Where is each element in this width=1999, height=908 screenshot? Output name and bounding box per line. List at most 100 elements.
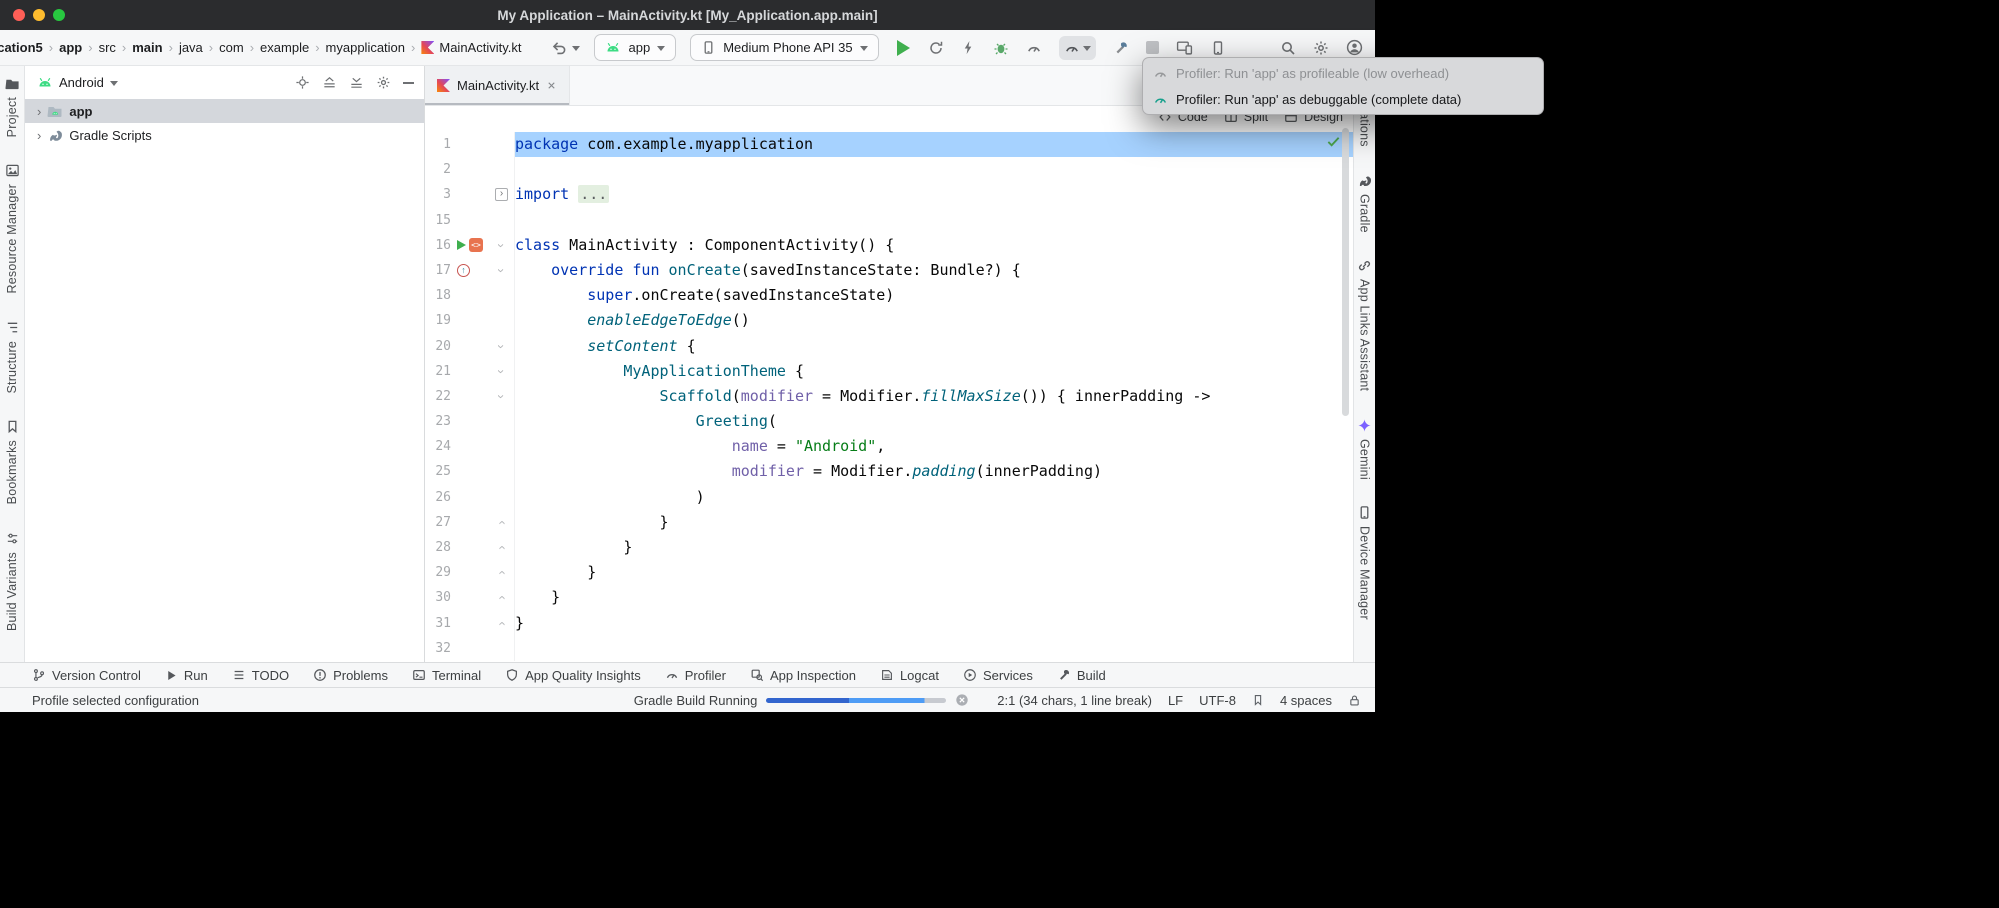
menu-item-debuggable[interactable]: Profiler: Run 'app' as debuggable (compl… xyxy=(1143,86,1543,112)
readonly-lock-icon[interactable] xyxy=(1348,694,1361,707)
code-line[interactable]: 25 modifier = Modifier.padding(innerPadd… xyxy=(425,459,1353,484)
code-line[interactable]: 31} xyxy=(425,611,1353,636)
caret-position[interactable]: 2:1 (34 chars, 1 line break) xyxy=(997,693,1152,708)
code-line[interactable]: 15 xyxy=(425,208,1353,233)
file-encoding[interactable]: UTF-8 xyxy=(1199,693,1236,708)
chevron-right-icon[interactable] xyxy=(37,128,41,143)
code-line[interactable]: 22 Scaffold(modifier = Modifier.fillMaxS… xyxy=(425,384,1353,409)
breadcrumb-item[interactable]: lication5 xyxy=(0,40,59,55)
apply-changes-icon[interactable] xyxy=(961,40,976,55)
stop-button[interactable] xyxy=(1146,41,1159,54)
tool-button-gradle[interactable]: Gradle xyxy=(1357,173,1372,233)
line-number[interactable]: 24 xyxy=(425,434,451,459)
code-line[interactable]: 28 } xyxy=(425,535,1353,560)
tool-button-gemini[interactable]: Gemini xyxy=(1357,418,1372,480)
code-editor[interactable]: 1package com.example.myapplication23impo… xyxy=(425,106,1353,662)
fold-marker[interactable] xyxy=(489,359,515,384)
chevron-right-icon[interactable] xyxy=(37,104,41,119)
minimize-window-button[interactable] xyxy=(33,9,45,21)
tool-button-bookmarks[interactable]: Bookmarks xyxy=(5,419,20,504)
line-number[interactable]: 32 xyxy=(425,636,451,661)
tool-button-structure[interactable]: Structure xyxy=(5,320,20,394)
composable-icon[interactable] xyxy=(469,238,483,252)
code-line[interactable]: 16class MainActivity : ComponentActivity… xyxy=(425,233,1353,258)
line-number[interactable]: 17 xyxy=(425,258,451,283)
breadcrumb-item[interactable]: example xyxy=(260,40,325,55)
code-line[interactable]: 29 } xyxy=(425,560,1353,585)
override-method-icon[interactable] xyxy=(457,264,470,277)
line-number[interactable]: 22 xyxy=(425,384,451,409)
fold-marker[interactable] xyxy=(489,585,515,610)
code-line[interactable]: 24 name = "Android", xyxy=(425,434,1353,459)
tool-button-project[interactable]: Project xyxy=(5,76,20,137)
vcs-update-button[interactable] xyxy=(551,39,580,56)
profile-avatar[interactable] xyxy=(1346,39,1363,56)
device-select[interactable]: Medium Phone API 35 xyxy=(690,34,878,61)
build-button[interactable] xyxy=(1113,40,1129,56)
tool-button-run[interactable]: Run xyxy=(165,668,208,683)
code-line[interactable]: 23 Greeting( xyxy=(425,409,1353,434)
close-window-button[interactable] xyxy=(13,9,25,21)
tool-button-app-links[interactable]: App Links Assistant xyxy=(1357,258,1372,391)
running-devices-icon[interactable] xyxy=(1176,39,1193,56)
profiler-dropdown-button[interactable] xyxy=(1059,36,1096,60)
editor-tab-mainactivity[interactable]: MainActivity.kt xyxy=(425,66,570,105)
line-number[interactable]: 15 xyxy=(425,208,451,233)
breadcrumb-item[interactable]: java xyxy=(179,40,219,55)
tool-button-profiler[interactable]: Profiler xyxy=(665,668,726,683)
code-line[interactable]: 32 xyxy=(425,636,1353,661)
collapse-all-icon[interactable] xyxy=(349,75,364,90)
editor-scrollbar[interactable] xyxy=(1342,128,1349,416)
fold-marker[interactable] xyxy=(489,560,515,585)
line-number[interactable]: 1 xyxy=(425,132,451,157)
tool-button-problems[interactable]: Problems xyxy=(313,668,388,683)
settings-icon[interactable] xyxy=(1313,40,1329,56)
line-number[interactable]: 23 xyxy=(425,409,451,434)
panel-settings-icon[interactable] xyxy=(376,75,391,90)
code-line[interactable]: 26 ) xyxy=(425,485,1353,510)
tree-item-app[interactable]: app xyxy=(25,99,424,123)
tool-button-todo[interactable]: TODO xyxy=(232,668,289,683)
breadcrumb-item[interactable]: main xyxy=(132,40,179,55)
locate-file-icon[interactable] xyxy=(295,75,310,90)
run-configuration-select[interactable]: app xyxy=(594,34,676,61)
fold-marker[interactable] xyxy=(489,334,515,359)
line-number[interactable]: 20 xyxy=(425,334,451,359)
line-number[interactable]: 27 xyxy=(425,510,451,535)
profiler-icon[interactable] xyxy=(1026,40,1042,56)
code-line[interactable]: 18 super.onCreate(savedInstanceState) xyxy=(425,283,1353,308)
tool-button-resource-manager[interactable]: Resource Manager xyxy=(5,163,20,294)
close-tab-icon[interactable] xyxy=(546,80,557,91)
line-number[interactable]: 21 xyxy=(425,359,451,384)
tool-button-app-inspection[interactable]: App Inspection xyxy=(750,668,856,683)
tool-button-app-quality-insights[interactable]: App Quality Insights xyxy=(505,668,641,683)
sync-project-icon[interactable] xyxy=(928,40,944,56)
line-number[interactable]: 16 xyxy=(425,233,451,258)
device-manager-icon[interactable] xyxy=(1210,40,1226,56)
tool-button-services[interactable]: Services xyxy=(963,668,1033,683)
breadcrumb-item[interactable]: myapplication xyxy=(326,40,422,55)
bookmark-icon[interactable] xyxy=(1252,694,1264,706)
expand-all-icon[interactable] xyxy=(322,75,337,90)
breadcrumb-item[interactable]: src xyxy=(99,40,133,55)
project-view-select[interactable]: Android xyxy=(59,75,104,90)
tool-button-version-control[interactable]: Version Control xyxy=(32,668,141,683)
fold-marker[interactable] xyxy=(489,535,515,560)
code-line[interactable]: 2 xyxy=(425,157,1353,182)
tool-button-terminal[interactable]: Terminal xyxy=(412,668,481,683)
cancel-build-icon[interactable] xyxy=(955,693,969,707)
code-line[interactable]: 3import ... xyxy=(425,182,1353,207)
zoom-window-button[interactable] xyxy=(53,9,65,21)
fold-marker[interactable] xyxy=(489,510,515,535)
run-class-icon[interactable] xyxy=(457,240,466,250)
line-number[interactable]: 29 xyxy=(425,560,451,585)
inspections-ok-icon[interactable] xyxy=(1326,134,1341,149)
line-number[interactable]: 25 xyxy=(425,459,451,484)
line-number[interactable]: 28 xyxy=(425,535,451,560)
menu-item-profileable[interactable]: Profiler: Run 'app' as profileable (low … xyxy=(1143,60,1543,86)
line-number[interactable]: 30 xyxy=(425,585,451,610)
breadcrumb-item[interactable]: com xyxy=(219,40,260,55)
code-line[interactable]: 19 enableEdgeToEdge() xyxy=(425,308,1353,333)
tool-button-build-variants[interactable]: Build Variants xyxy=(5,531,20,631)
line-number[interactable]: 19 xyxy=(425,308,451,333)
